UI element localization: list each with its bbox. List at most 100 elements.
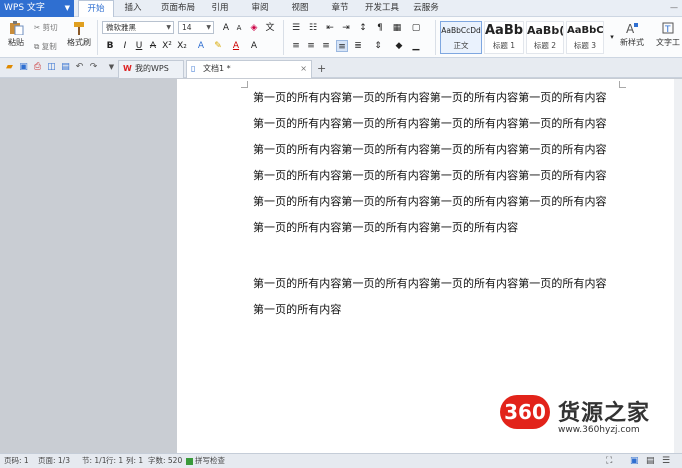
- tab-references[interactable]: 引用: [206, 0, 234, 17]
- tab-insert[interactable]: 插入: [118, 0, 148, 17]
- web-view-icon[interactable]: ▤: [646, 454, 655, 468]
- align-left-icon[interactable]: ≡: [290, 40, 302, 52]
- shading-icon[interactable]: ◆: [393, 40, 405, 52]
- style-normal[interactable]: AaBbCcDd 正文: [440, 21, 482, 54]
- show-marks-icon[interactable]: ¶: [374, 22, 386, 34]
- border-bottom-icon[interactable]: ▁: [410, 40, 422, 52]
- paste-button[interactable]: 粘贴: [4, 21, 28, 48]
- grow-font-icon[interactable]: A: [220, 22, 232, 34]
- font-color-icon[interactable]: A: [230, 40, 242, 52]
- page-view-icon[interactable]: ▣: [630, 454, 639, 468]
- watermark: 360 货源之家 www.360hyzj.com: [500, 395, 682, 445]
- status-section: 节: 1/1: [82, 456, 107, 465]
- outline-view-icon[interactable]: ☰: [662, 454, 670, 468]
- fullscreen-icon[interactable]: ⛶: [606, 454, 612, 468]
- borders-icon[interactable]: ▢: [410, 22, 422, 34]
- paragraph-2[interactable]: 第一页的所有内容第一页的所有内容第一页的所有内容第一页的所有内容第一页的所有内容: [253, 271, 615, 323]
- new-style-button[interactable]: A 新样式: [616, 21, 648, 48]
- status-word-count[interactable]: 字数: 520: [148, 454, 182, 468]
- font-name-select[interactable]: 微软雅黑 ▼: [102, 21, 174, 34]
- tab-home[interactable]: 开始: [78, 0, 114, 17]
- style-name: 标题 3: [573, 41, 597, 50]
- redo-icon[interactable]: ↷: [88, 62, 99, 73]
- style-heading-2[interactable]: AaBb( 标题 2: [526, 21, 564, 54]
- line-spacing-icon[interactable]: ⇕: [372, 40, 384, 52]
- chevron-down-icon: ▼: [206, 24, 211, 31]
- doc-tab-label: 我的WPS: [135, 64, 169, 73]
- font-size-select[interactable]: 14 ▼: [178, 21, 214, 34]
- align-center-icon[interactable]: ≡: [305, 40, 317, 52]
- export-pdf-icon[interactable]: ▤: [60, 62, 71, 73]
- cut-button[interactable]: ✂ 剪切: [34, 22, 58, 33]
- divider: [97, 20, 98, 55]
- app-name: WPS 文字: [4, 3, 45, 13]
- margin-mark: [619, 81, 626, 88]
- clear-format-icon[interactable]: ◈: [248, 22, 260, 34]
- text-effect-icon[interactable]: A: [195, 40, 207, 52]
- watermark-url: www.360hyzj.com: [558, 425, 640, 435]
- style-name: 正文: [453, 41, 469, 50]
- sort-icon[interactable]: ↕: [357, 22, 369, 34]
- open-folder-icon[interactable]: ▰: [4, 62, 15, 73]
- doc-tab-document1[interactable]: ▯ 文档1 * ×: [186, 60, 312, 78]
- brush-icon: [74, 22, 84, 35]
- status-page-number: 页码: 1: [4, 456, 29, 465]
- char-border-icon[interactable]: A: [248, 40, 260, 52]
- divider: [283, 20, 284, 55]
- style-heading-1[interactable]: AaBb 标题 1: [484, 21, 524, 54]
- tab-cloud[interactable]: 云服务: [408, 0, 444, 17]
- format-painter-label: 格式刷: [67, 38, 91, 47]
- paragraph-1[interactable]: 第一页的所有内容第一页的所有内容第一页的所有内容第一页的所有内容第一页的所有内容…: [253, 85, 615, 241]
- bullet-list-icon[interactable]: ☰: [290, 22, 302, 34]
- spell-check-toggle[interactable]: 拼写检查: [186, 454, 225, 468]
- subscript-icon[interactable]: X₂: [176, 40, 188, 52]
- chevron-down-icon: ▼: [64, 4, 70, 12]
- justify-icon[interactable]: ≡: [336, 40, 348, 52]
- tab-developer[interactable]: 开发工具: [362, 0, 402, 17]
- chevron-down-icon[interactable]: ▼: [106, 62, 117, 73]
- doc-tab-label: 文档1 *: [203, 64, 231, 73]
- watermark-logo: 360: [504, 400, 546, 424]
- align-right-icon[interactable]: ≡: [320, 40, 332, 52]
- strikethrough-icon[interactable]: A: [147, 40, 159, 52]
- phonetic-icon[interactable]: 文: [264, 22, 276, 34]
- document-icon: ▯: [191, 64, 196, 73]
- tab-view[interactable]: 视图: [286, 0, 314, 17]
- watermark-text: 货源之家: [558, 401, 651, 426]
- increase-indent-icon[interactable]: ⇥: [340, 22, 352, 34]
- tab-chapter[interactable]: 章节: [326, 0, 354, 17]
- print-icon[interactable]: ⎙: [32, 62, 43, 73]
- status-bar: 页码: 1 页面: 1/3 节: 1/1 行: 1 列: 1 字数: 520 拼…: [0, 453, 682, 468]
- underline-icon[interactable]: U: [133, 40, 145, 52]
- new-tab-icon[interactable]: +: [317, 62, 326, 75]
- numbered-list-icon[interactable]: ☷: [307, 22, 319, 34]
- spell-check-label: 拼写检查: [195, 456, 225, 465]
- minimize-icon[interactable]: —: [668, 2, 680, 14]
- tab-review[interactable]: 审阅: [246, 0, 274, 17]
- bold-icon[interactable]: B: [104, 40, 116, 52]
- chevron-down-icon: ▼: [166, 24, 171, 31]
- style-name: 标题 2: [533, 41, 557, 50]
- copy-button[interactable]: ⧉ 复制: [34, 41, 57, 52]
- style-heading-3[interactable]: AaBbC 标题 3: [566, 21, 604, 54]
- style-sample: AaBb(: [527, 24, 563, 37]
- decrease-indent-icon[interactable]: ⇤: [324, 22, 336, 34]
- app-menu-button[interactable]: WPS 文字 ▼: [0, 0, 74, 17]
- italic-icon[interactable]: I: [119, 40, 131, 52]
- table-icon[interactable]: ▦: [391, 22, 403, 34]
- paste-icon: [10, 21, 24, 35]
- tab-page-layout[interactable]: 页面布局: [156, 0, 200, 17]
- doc-tab-my-wps[interactable]: W 我的WPS: [118, 60, 184, 78]
- close-icon[interactable]: ×: [300, 61, 307, 77]
- save-icon[interactable]: ▣: [18, 62, 29, 73]
- undo-icon[interactable]: ↶: [74, 62, 85, 73]
- shrink-font-icon[interactable]: A: [233, 22, 245, 34]
- new-style-icon: A: [626, 22, 638, 35]
- format-painter-button[interactable]: 格式刷: [64, 21, 94, 48]
- print-preview-icon[interactable]: ◫: [46, 62, 57, 73]
- distribute-icon[interactable]: ≣: [352, 40, 364, 52]
- text-tools-label: 文字工: [656, 38, 680, 47]
- text-tools-button[interactable]: T 文字工: [654, 21, 682, 48]
- highlight-icon[interactable]: ✎: [212, 40, 224, 52]
- superscript-icon[interactable]: X²: [161, 40, 173, 52]
